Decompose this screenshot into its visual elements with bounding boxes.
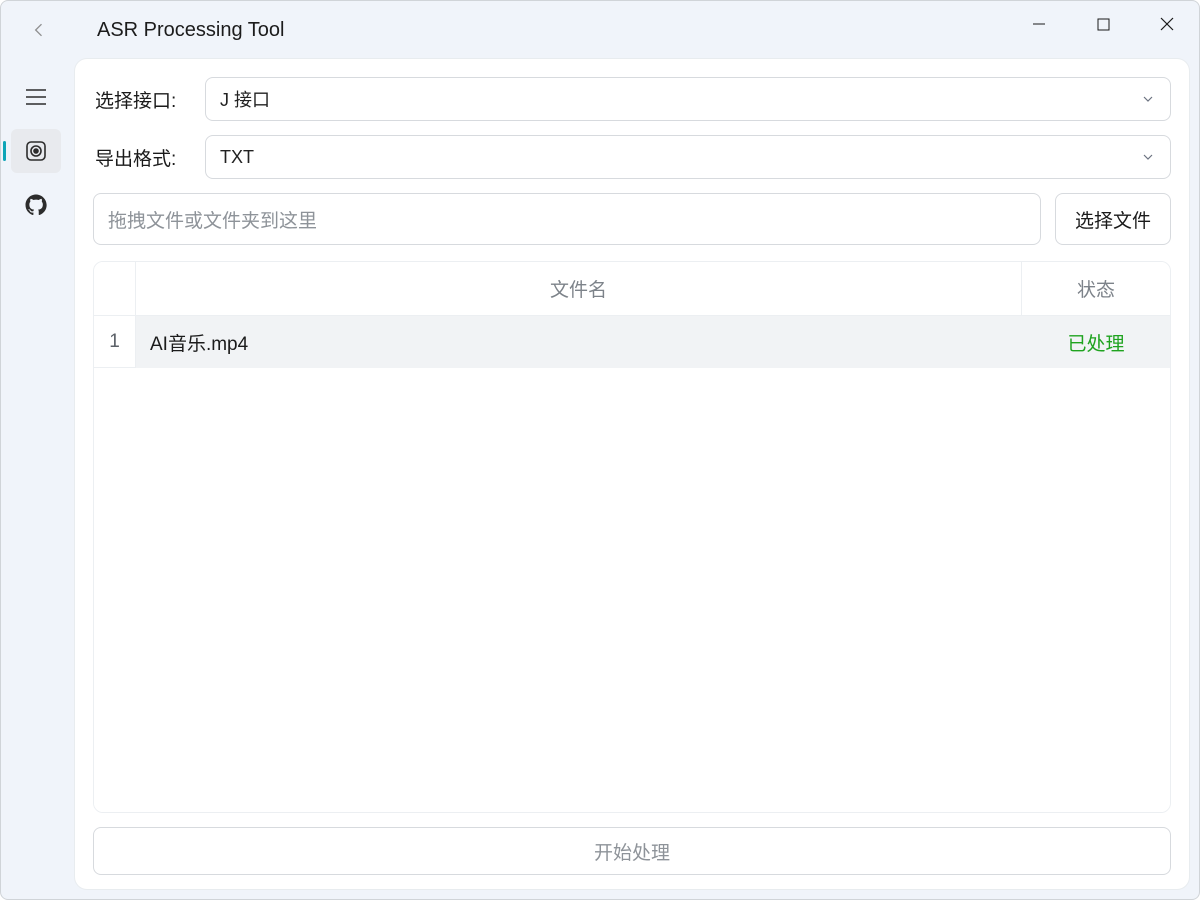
choose-file-label: 选择文件 xyxy=(1075,206,1151,233)
table-body: 1 AI音乐.mp4 已处理 xyxy=(94,316,1170,812)
close-icon xyxy=(1160,17,1174,31)
export-value: TXT xyxy=(220,147,254,168)
interface-row: 选择接口: J 接口 xyxy=(93,77,1171,121)
minimize-button[interactable] xyxy=(1007,1,1071,47)
table-header-status: 状态 xyxy=(1022,262,1170,316)
start-processing-button[interactable]: 开始处理 xyxy=(93,827,1171,875)
file-input-row: 拖拽文件或文件夹到这里 选择文件 xyxy=(93,193,1171,245)
back-button[interactable] xyxy=(19,10,59,50)
row-index: 1 xyxy=(94,316,136,368)
dropzone-placeholder: 拖拽文件或文件夹到这里 xyxy=(108,206,317,233)
sidebar-menu-button[interactable] xyxy=(11,75,61,119)
row-status: 已处理 xyxy=(1022,316,1170,368)
titlebar: ASR Processing Tool xyxy=(1,1,1199,59)
table-header-filename: 文件名 xyxy=(136,262,1022,316)
arrow-left-icon xyxy=(29,20,49,40)
dropzone[interactable]: 拖拽文件或文件夹到这里 xyxy=(93,193,1041,245)
interface-value: J 接口 xyxy=(220,86,270,112)
sidebar-item-github[interactable] xyxy=(11,183,61,227)
close-button[interactable] xyxy=(1135,1,1199,47)
maximize-button[interactable] xyxy=(1071,1,1135,47)
export-label: 导出格式: xyxy=(93,144,205,171)
export-select[interactable]: TXT xyxy=(205,135,1171,179)
table-header: 文件名 状态 xyxy=(94,262,1170,316)
chevron-down-icon xyxy=(1140,91,1156,107)
window-controls xyxy=(1007,1,1199,47)
interface-select[interactable]: J 接口 xyxy=(205,77,1171,121)
chevron-down-icon xyxy=(1140,149,1156,165)
maximize-icon xyxy=(1097,18,1110,31)
file-table: 文件名 状态 1 AI音乐.mp4 已处理 xyxy=(93,261,1171,813)
body: 选择接口: J 接口 导出格式: TXT xyxy=(1,59,1199,899)
choose-file-button[interactable]: 选择文件 xyxy=(1055,193,1171,245)
sidebar xyxy=(1,59,71,899)
record-icon xyxy=(24,139,48,163)
table-row[interactable]: 1 AI音乐.mp4 已处理 xyxy=(94,316,1170,368)
start-processing-label: 开始处理 xyxy=(594,838,670,865)
hamburger-icon xyxy=(25,88,47,106)
export-row: 导出格式: TXT xyxy=(93,135,1171,179)
interface-label: 选择接口: xyxy=(93,86,205,113)
table-header-index xyxy=(94,262,136,316)
row-filename: AI音乐.mp4 xyxy=(136,316,1022,368)
app-window: ASR Processing Tool xyxy=(0,0,1200,900)
github-icon xyxy=(24,193,48,217)
main-panel: 选择接口: J 接口 导出格式: TXT xyxy=(75,59,1189,889)
sidebar-item-processing[interactable] xyxy=(11,129,61,173)
app-title: ASR Processing Tool xyxy=(97,19,285,42)
minimize-icon xyxy=(1032,17,1046,31)
